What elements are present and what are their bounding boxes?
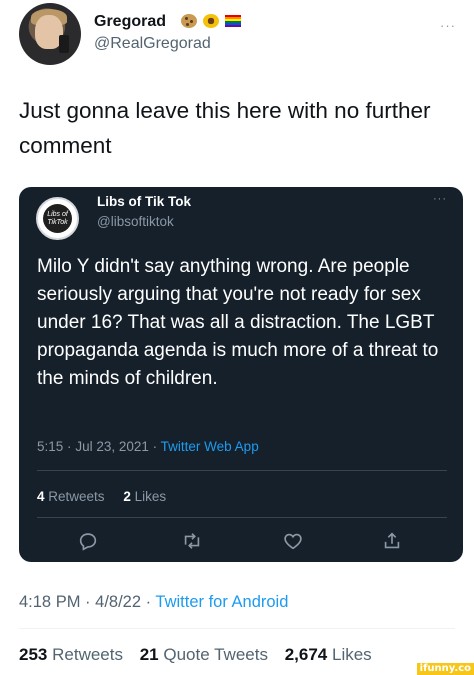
separator: · bbox=[67, 439, 72, 454]
author-display-name[interactable]: Gregorad bbox=[94, 13, 166, 31]
quoted-tweet-card[interactable]: Libs of TikTok Libs of Tik Tok @libsofti… bbox=[19, 187, 463, 562]
share-icon[interactable] bbox=[381, 530, 403, 552]
divider bbox=[37, 517, 447, 518]
quoted-likes-label[interactable]: Likes bbox=[135, 489, 167, 504]
tweet-time[interactable]: 4:18 PM bbox=[19, 593, 80, 611]
separator: · bbox=[85, 593, 91, 611]
reply-icon[interactable] bbox=[77, 530, 99, 552]
tweet-text: Just gonna leave this here with no furth… bbox=[19, 98, 431, 158]
author-handle[interactable]: @RealGregorad bbox=[94, 35, 211, 53]
divider bbox=[19, 628, 455, 629]
quoted-action-bar bbox=[19, 530, 463, 554]
tweet-timestamp-row: 4:18 PM · 4/8/22 · Twitter for Android bbox=[19, 593, 288, 612]
retweets-stat[interactable]: 253 Retweets bbox=[19, 645, 123, 664]
retweets-count: 253 bbox=[19, 645, 48, 664]
sunflower-icon bbox=[203, 14, 219, 28]
quoted-retweets-label[interactable]: Retweets bbox=[48, 489, 104, 504]
quoted-avatar[interactable]: Libs of TikTok bbox=[36, 197, 79, 240]
retweets-label: Retweets bbox=[52, 645, 123, 664]
likes-label: Likes bbox=[331, 645, 372, 664]
watermark-logo: ifunny.co bbox=[416, 663, 474, 675]
quoted-handle[interactable]: @libsoftiktok bbox=[97, 214, 174, 229]
more-options-icon[interactable]: ··· bbox=[440, 18, 456, 33]
quoted-timestamp-row: 5:15 · Jul 23, 2021 · Twitter Web App bbox=[37, 439, 259, 454]
quoted-time[interactable]: 5:15 bbox=[37, 439, 63, 454]
rainbow-flag-icon bbox=[225, 15, 241, 27]
quoted-likes-count[interactable]: 2 bbox=[123, 489, 131, 504]
author-emoji-badges bbox=[181, 14, 241, 28]
like-heart-icon[interactable] bbox=[282, 530, 304, 552]
quoted-more-options-icon[interactable]: ··· bbox=[433, 193, 447, 205]
quoted-retweets-count[interactable]: 4 bbox=[37, 489, 45, 504]
quote-tweets-label: Quote Tweets bbox=[163, 645, 268, 664]
quoted-source-app[interactable]: Twitter Web App bbox=[161, 439, 259, 454]
quoted-display-name[interactable]: Libs of Tik Tok bbox=[97, 194, 191, 209]
separator: · bbox=[152, 439, 158, 454]
likes-count: 2,674 bbox=[284, 645, 328, 664]
divider bbox=[37, 470, 447, 471]
avatar[interactable] bbox=[19, 3, 81, 65]
quote-tweets-stat[interactable]: 21 Quote Tweets bbox=[140, 645, 268, 664]
retweet-icon[interactable] bbox=[181, 530, 203, 552]
cookie-icon bbox=[181, 14, 197, 28]
quoted-date[interactable]: Jul 23, 2021 bbox=[75, 439, 149, 454]
tweet-date[interactable]: 4/8/22 bbox=[95, 593, 141, 611]
quoted-stats-row: 4 Retweets 2 Likes bbox=[37, 489, 166, 504]
quoted-avatar-logo: Libs of TikTok bbox=[43, 204, 72, 233]
likes-stat[interactable]: 2,674 Likes bbox=[285, 645, 372, 664]
tweet-stats-row: 253 Retweets 21 Quote Tweets 2,674 Likes bbox=[19, 645, 384, 665]
quoted-tweet-text: Milo Y didn't say anything wrong. Are pe… bbox=[37, 256, 439, 389]
tweet-source-app[interactable]: Twitter for Android bbox=[155, 593, 288, 611]
quote-tweets-count: 21 bbox=[139, 645, 159, 664]
separator: · bbox=[145, 593, 152, 611]
